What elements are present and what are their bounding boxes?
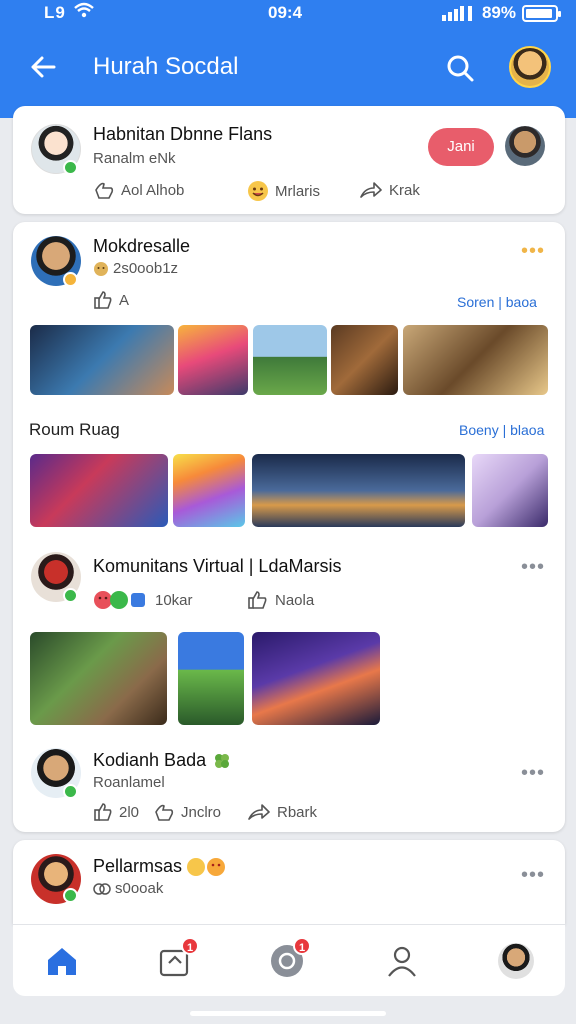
profile-icon[interactable]: [384, 943, 420, 979]
top-app-bar: L9 09:4 89% Hurah Socdal: [0, 0, 576, 118]
like-action[interactable]: Aol Alhob: [93, 180, 184, 200]
clover-icon: [215, 753, 230, 768]
post-meta-text: 2s0oob1z: [113, 260, 179, 277]
more-options-icon[interactable]: •••: [521, 763, 545, 783]
photo-thumbnail[interactable]: [178, 632, 244, 725]
post-author[interactable]: Mokdresalle: [93, 236, 190, 257]
emoji-icon: [187, 857, 226, 876]
post-meta: 2s0oob1z: [93, 260, 178, 277]
comment-label: Jnclro: [181, 803, 222, 821]
online-indicator: [63, 160, 78, 175]
like-count: 2l0: [119, 803, 140, 821]
status-left: L9: [44, 3, 66, 22]
battery-icon: [522, 4, 561, 22]
share-label: Krak: [389, 181, 420, 199]
battery-percent: 89%: [481, 3, 516, 22]
more-options-icon[interactable]: •••: [521, 865, 545, 885]
status-right: 89%: [441, 3, 561, 23]
app-title: Hurah Socdal: [93, 53, 239, 80]
online-indicator: [63, 784, 78, 799]
comment-action[interactable]: Jnclro: [153, 802, 221, 822]
status-indicator: [63, 272, 78, 287]
reaction-action[interactable]: Mrlaris: [247, 180, 320, 202]
avatar[interactable]: [498, 943, 534, 979]
message-badge: 1: [293, 937, 311, 955]
group-icon: [93, 882, 111, 895]
home-icon[interactable]: [44, 943, 80, 979]
feed-card: Mokdresalle 2s0oob1z ••• A Soren | baoa …: [13, 222, 565, 832]
like-icon: [95, 182, 114, 199]
see-more-link[interactable]: Soren | baoa: [457, 294, 537, 310]
share-action[interactable]: Rbark: [247, 802, 317, 822]
photo-thumbnail[interactable]: [30, 454, 168, 527]
status-bar: L9 09:4 89%: [0, 0, 576, 28]
like-count: A: [119, 291, 130, 309]
search-icon[interactable]: [444, 52, 476, 84]
like-icon: [94, 803, 112, 821]
notification-badge: 1: [181, 937, 199, 955]
user-subtitle: Ranalm eNk: [93, 150, 176, 167]
share-action[interactable]: Krak: [359, 180, 420, 200]
post-meta: Roanlamel: [93, 774, 165, 791]
photo-thumbnail[interactable]: [173, 454, 245, 527]
notifications-icon[interactable]: 1: [157, 937, 199, 979]
online-indicator: [63, 888, 78, 903]
post-author-name: Pellarmsas: [93, 856, 183, 876]
share-icon: [360, 182, 382, 198]
home-indicator: [190, 1011, 386, 1016]
avatar[interactable]: [505, 126, 545, 166]
profile-avatar[interactable]: [509, 46, 551, 88]
emoji-icon: [94, 261, 108, 276]
like-icon: [248, 591, 267, 609]
photo-thumbnail[interactable]: [30, 325, 174, 395]
emoji-icon: [248, 181, 268, 201]
post-author[interactable]: Kodianh Bada: [93, 750, 232, 771]
photo-thumbnail[interactable]: [252, 632, 380, 725]
status-time: 09:4: [268, 3, 303, 22]
arrow-left-icon[interactable]: [28, 52, 58, 82]
post-meta: s0ooak: [93, 880, 163, 897]
wifi-icon: [74, 2, 94, 25]
photo-thumbnail[interactable]: [252, 454, 465, 527]
comment-icon: [155, 804, 174, 821]
see-more-link[interactable]: Boeny | blaoa: [459, 422, 544, 438]
feed-card: Pellarmsas s0ooak •••: [13, 840, 565, 924]
messages-icon[interactable]: 1: [269, 937, 311, 979]
share-label: Naola: [275, 591, 315, 609]
share-label: Rbark: [277, 803, 318, 821]
photo-thumbnail[interactable]: [178, 325, 248, 395]
photo-thumbnail[interactable]: [30, 632, 167, 725]
reaction-count: 10kar: [155, 591, 193, 609]
post-author-name: Kodianh Bada: [93, 750, 207, 770]
suggestion-card: Habnitan Dbnne Flans Ranalm eNk Jani Aol…: [13, 106, 565, 214]
photo-thumbnail[interactable]: [253, 325, 327, 395]
bottom-navigation: 1 1: [13, 924, 565, 996]
post-author[interactable]: Pellarmsas: [93, 856, 226, 877]
section-title: Roum Ruag: [29, 420, 120, 439]
share-action[interactable]: Naola: [247, 590, 314, 610]
reactions-summary[interactable]: 10kar: [93, 590, 193, 610]
like-label: Aol Alhob: [121, 181, 185, 199]
photo-thumbnail[interactable]: [331, 325, 398, 395]
photo-thumbnail[interactable]: [472, 454, 548, 527]
share-icon: [248, 804, 270, 820]
post-meta-text: s0ooak: [115, 880, 164, 897]
reaction-label: Mrlaris: [275, 182, 320, 200]
like-action[interactable]: 2l0: [93, 802, 139, 822]
app-bar: Hurah Socdal: [0, 42, 576, 92]
like-action[interactable]: A: [93, 290, 129, 310]
post-author[interactable]: Komunitans Virtual | LdaMarsis: [93, 556, 341, 577]
like-icon: [94, 291, 112, 309]
photo-thumbnail[interactable]: [403, 325, 548, 395]
signal-icon: [441, 6, 472, 21]
online-indicator: [63, 588, 78, 603]
reaction-icons: [94, 591, 145, 609]
more-options-icon[interactable]: •••: [521, 557, 545, 577]
join-button[interactable]: Jani: [428, 128, 494, 166]
user-name[interactable]: Habnitan Dbnne Flans: [93, 124, 272, 145]
more-options-icon[interactable]: •••: [521, 241, 545, 261]
